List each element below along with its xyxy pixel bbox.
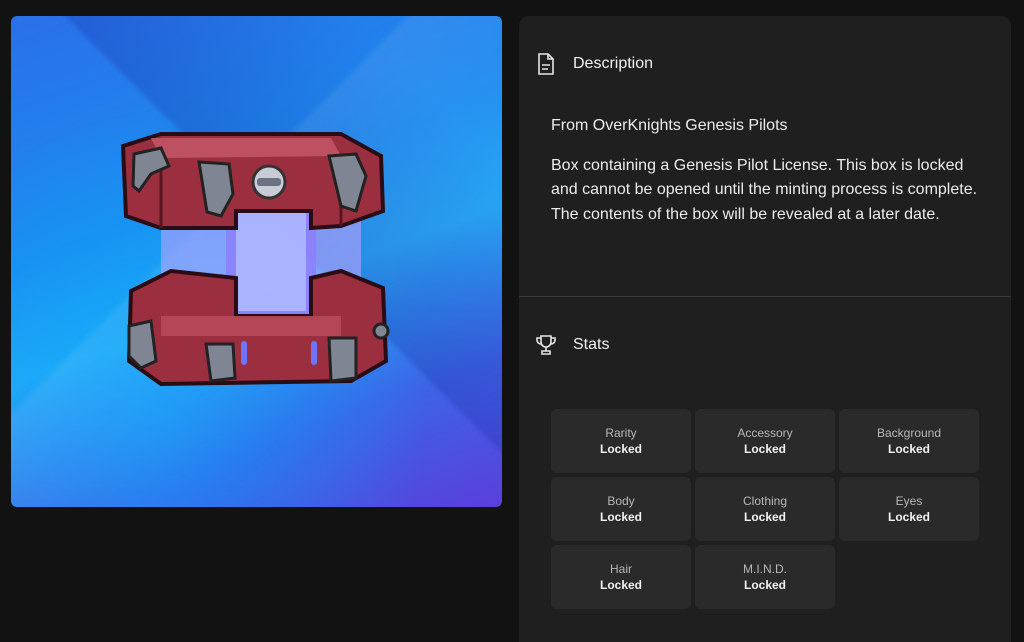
locked-chest-icon (120, 132, 390, 387)
info-panel: Description From OverKnights Genesis Pil… (519, 16, 1011, 642)
stat-label: Body (607, 494, 635, 508)
stats-title: Stats (573, 336, 610, 353)
nft-artwork[interactable] (11, 16, 502, 507)
stat-hair[interactable]: Hair Locked (551, 545, 691, 609)
stat-value: Locked (743, 578, 786, 592)
trophy-icon (535, 334, 557, 356)
stat-mind[interactable]: M.I.N.D. Locked (695, 545, 835, 609)
description-body: From OverKnights Genesis Pilots Box cont… (551, 114, 989, 242)
stat-label: Clothing (742, 494, 788, 508)
stat-label: Hair (609, 562, 632, 576)
stat-value: Locked (887, 510, 930, 524)
description-header[interactable]: Description (535, 52, 653, 76)
collection-line: From OverKnights Genesis Pilots (551, 117, 788, 134)
stat-value: Locked (743, 510, 786, 524)
description-text: Box containing a Genesis Pilot License. … (551, 156, 978, 223)
stats-header[interactable]: Stats (535, 333, 609, 357)
stat-label: Eyes (895, 494, 923, 508)
stat-value: Locked (599, 510, 642, 524)
document-icon (535, 53, 557, 75)
stat-background[interactable]: Background Locked (839, 409, 979, 473)
stat-value: Locked (743, 442, 786, 456)
stat-label: Background (876, 426, 942, 440)
stat-eyes[interactable]: Eyes Locked (839, 477, 979, 541)
description-title: Description (573, 55, 654, 72)
stat-label: Accessory (737, 426, 793, 440)
stat-label: M.I.N.D. (743, 562, 787, 576)
stats-grid: Rarity Locked Accessory Locked Backgroun… (551, 409, 979, 609)
stat-value: Locked (599, 442, 642, 456)
stat-body[interactable]: Body Locked (551, 477, 691, 541)
section-divider (519, 296, 1011, 297)
stat-value: Locked (599, 578, 642, 592)
stat-label: Rarity (605, 426, 637, 440)
stat-clothing[interactable]: Clothing Locked (695, 477, 835, 541)
stat-rarity[interactable]: Rarity Locked (551, 409, 691, 473)
stat-value: Locked (887, 442, 930, 456)
nft-detail-page: Description From OverKnights Genesis Pil… (0, 0, 1024, 642)
stat-accessory[interactable]: Accessory Locked (695, 409, 835, 473)
